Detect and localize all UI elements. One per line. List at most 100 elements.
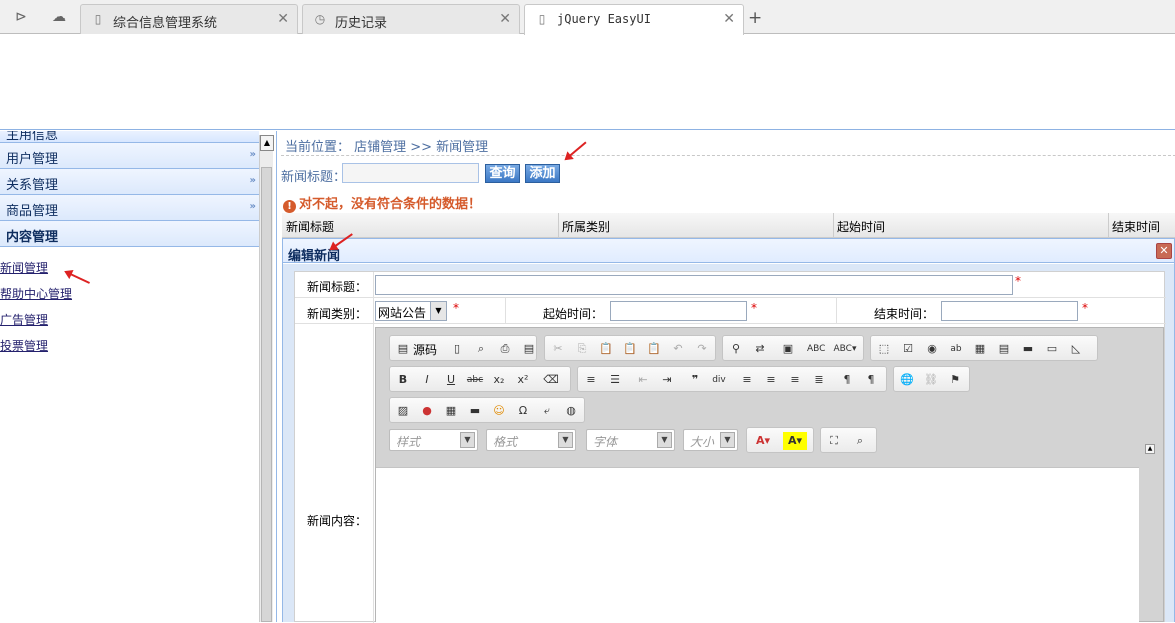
column-header[interactable]: 结束时间 <box>1112 218 1160 235</box>
unlink-icon[interactable]: ⛓ <box>922 371 940 389</box>
form-icon[interactable]: ⬚ <box>875 340 893 358</box>
text-color-icon[interactable]: A▾ <box>751 432 775 450</box>
subscript-icon[interactable]: x₂ <box>490 371 508 389</box>
source-button[interactable]: 源码 <box>413 341 437 358</box>
cut-icon[interactable]: ✂ <box>549 340 567 358</box>
accordion-item-users[interactable]: 用户管理 » <box>0 143 259 169</box>
dialog-titlebar[interactable]: 编辑新闻 ✕ <box>283 239 1174 264</box>
paste-text-icon[interactable]: 📋 <box>621 340 639 358</box>
paste-word-icon[interactable]: 📋 <box>645 340 663 358</box>
close-icon[interactable]: ✕ <box>277 11 289 27</box>
sidebar-scrollbar[interactable]: ▲ <box>259 135 274 622</box>
align-justify-icon[interactable]: ≣ <box>810 371 828 389</box>
replace-icon[interactable]: ⇄ <box>751 340 769 358</box>
size-combo[interactable]: 大小 ▼ <box>683 429 738 451</box>
link-icon[interactable]: 🌐 <box>898 371 916 389</box>
maximize-icon[interactable]: ⛶ <box>825 432 843 450</box>
editor-content-area[interactable] <box>376 467 1139 623</box>
accordion-item-content[interactable]: 内容管理 <box>0 221 259 247</box>
sub-link-help-center[interactable]: 帮助中心管理 <box>0 285 72 311</box>
smiley-icon[interactable]: ☺ <box>490 402 508 420</box>
image-icon[interactable]: ▨ <box>394 402 412 420</box>
align-right-icon[interactable]: ≡ <box>786 371 804 389</box>
remove-format-icon[interactable]: ⌫ <box>542 371 560 389</box>
column-header[interactable]: 新闻标题 <box>286 218 334 235</box>
iframe-icon[interactable]: ◍ <box>562 402 580 420</box>
news-title-input[interactable] <box>375 275 1013 295</box>
image-button-icon[interactable]: ▭ <box>1043 340 1061 358</box>
radio-icon[interactable]: ◉ <box>923 340 941 358</box>
sub-link-news[interactable]: 新闻管理 <box>0 259 72 285</box>
accordion-item-products[interactable]: 商品管理 » <box>0 195 259 221</box>
button-icon[interactable]: ▬ <box>1019 340 1037 358</box>
undo-icon[interactable]: ↶ <box>669 340 687 358</box>
outdent-icon[interactable]: ⇤ <box>634 371 652 389</box>
find-icon[interactable]: ⚲ <box>727 340 745 358</box>
browser-tab-3[interactable]: ▯ jQuery EasyUI ✕ <box>524 4 744 35</box>
scroll-thumb[interactable] <box>261 167 272 622</box>
end-time-input[interactable] <box>941 301 1078 321</box>
rtl-icon[interactable]: ¶ <box>862 371 880 389</box>
format-combo[interactable]: 格式 ▼ <box>486 429 576 451</box>
horizontal-rule-icon[interactable]: ▬ <box>466 402 484 420</box>
column-header[interactable]: 所属类别 <box>562 218 610 235</box>
indent-icon[interactable]: ⇥ <box>658 371 676 389</box>
select-icon[interactable]: ▤ <box>995 340 1013 358</box>
checkbox-icon[interactable]: ☑ <box>899 340 917 358</box>
flash-icon[interactable]: ● <box>418 402 436 420</box>
bold-icon[interactable]: B <box>394 371 412 389</box>
news-title-search-input[interactable] <box>342 163 479 183</box>
italic-icon[interactable]: I <box>418 371 436 389</box>
spellcheck-icon[interactable]: ABC <box>807 340 825 358</box>
textarea-icon[interactable]: ▦ <box>971 340 989 358</box>
browser-tab-2[interactable]: ◷ 历史记录 ✕ <box>302 4 520 34</box>
sub-link-ads[interactable]: 广告管理 <box>0 311 72 337</box>
hidden-field-icon[interactable]: ◺ <box>1067 340 1085 358</box>
strike-icon[interactable]: abc <box>466 371 484 389</box>
select-all-icon[interactable]: ▣ <box>779 340 797 358</box>
new-tab-button[interactable]: + <box>748 8 762 28</box>
add-button[interactable]: 添加 <box>525 164 560 183</box>
copy-icon[interactable]: ⎘ <box>573 340 591 358</box>
templates-icon[interactable]: ▤ <box>520 340 538 358</box>
browser-tab-1[interactable]: ▯ 综合信息管理系统 ✕ <box>80 4 298 34</box>
ltr-icon[interactable]: ¶ <box>838 371 856 389</box>
page-break-icon[interactable]: ⤶ <box>538 402 556 420</box>
preview-icon[interactable]: ⌕ <box>472 340 490 358</box>
underline-icon[interactable]: U <box>442 371 460 389</box>
close-icon[interactable]: ✕ <box>723 11 735 27</box>
create-div-icon[interactable]: div <box>710 371 728 389</box>
bg-color-icon[interactable]: A▾ <box>783 432 807 450</box>
close-icon[interactable]: ✕ <box>1156 243 1172 259</box>
anchor-flag-icon[interactable]: ⚑ <box>946 371 964 389</box>
special-char-icon[interactable]: Ω <box>514 402 532 420</box>
collapse-toolbar-icon[interactable]: ▲ <box>1145 444 1155 454</box>
align-left-icon[interactable]: ≡ <box>738 371 756 389</box>
category-select[interactable]: 网站公告 ▼ <box>375 301 447 321</box>
cloud-icon[interactable]: ☁ <box>50 8 68 26</box>
print-icon[interactable]: ⎙ <box>496 340 514 358</box>
sidebar-toggle-icon[interactable]: ⊳ <box>12 8 30 26</box>
table-icon[interactable]: ▦ <box>442 402 460 420</box>
styles-combo[interactable]: 样式 ▼ <box>389 429 478 451</box>
accordion-item-relations[interactable]: 关系管理 » <box>0 169 259 195</box>
textfield-icon[interactable]: ab <box>947 340 965 358</box>
redo-icon[interactable]: ↷ <box>693 340 711 358</box>
scayt-icon[interactable]: ABC▾ <box>831 340 859 358</box>
accordion-partial-item[interactable]: 主用信息 <box>0 131 259 143</box>
scroll-up-icon[interactable]: ▲ <box>260 135 274 151</box>
query-button[interactable]: 查询 <box>485 164 520 183</box>
numbered-list-icon[interactable]: ≡ <box>582 371 600 389</box>
font-combo[interactable]: 字体 ▼ <box>586 429 675 451</box>
new-page-icon[interactable]: ▯ <box>448 340 466 358</box>
sub-link-votes[interactable]: 投票管理 <box>0 337 72 363</box>
show-blocks-icon[interactable]: ⌕ <box>851 432 869 450</box>
superscript-icon[interactable]: x² <box>514 371 532 389</box>
paste-icon[interactable]: 📋 <box>597 340 615 358</box>
start-time-input[interactable] <box>610 301 747 321</box>
blockquote-icon[interactable]: ❞ <box>686 371 704 389</box>
bulleted-list-icon[interactable]: ☰ <box>606 371 624 389</box>
close-icon[interactable]: ✕ <box>499 11 511 27</box>
source-icon[interactable]: ▤ <box>394 340 412 358</box>
align-center-icon[interactable]: ≡ <box>762 371 780 389</box>
